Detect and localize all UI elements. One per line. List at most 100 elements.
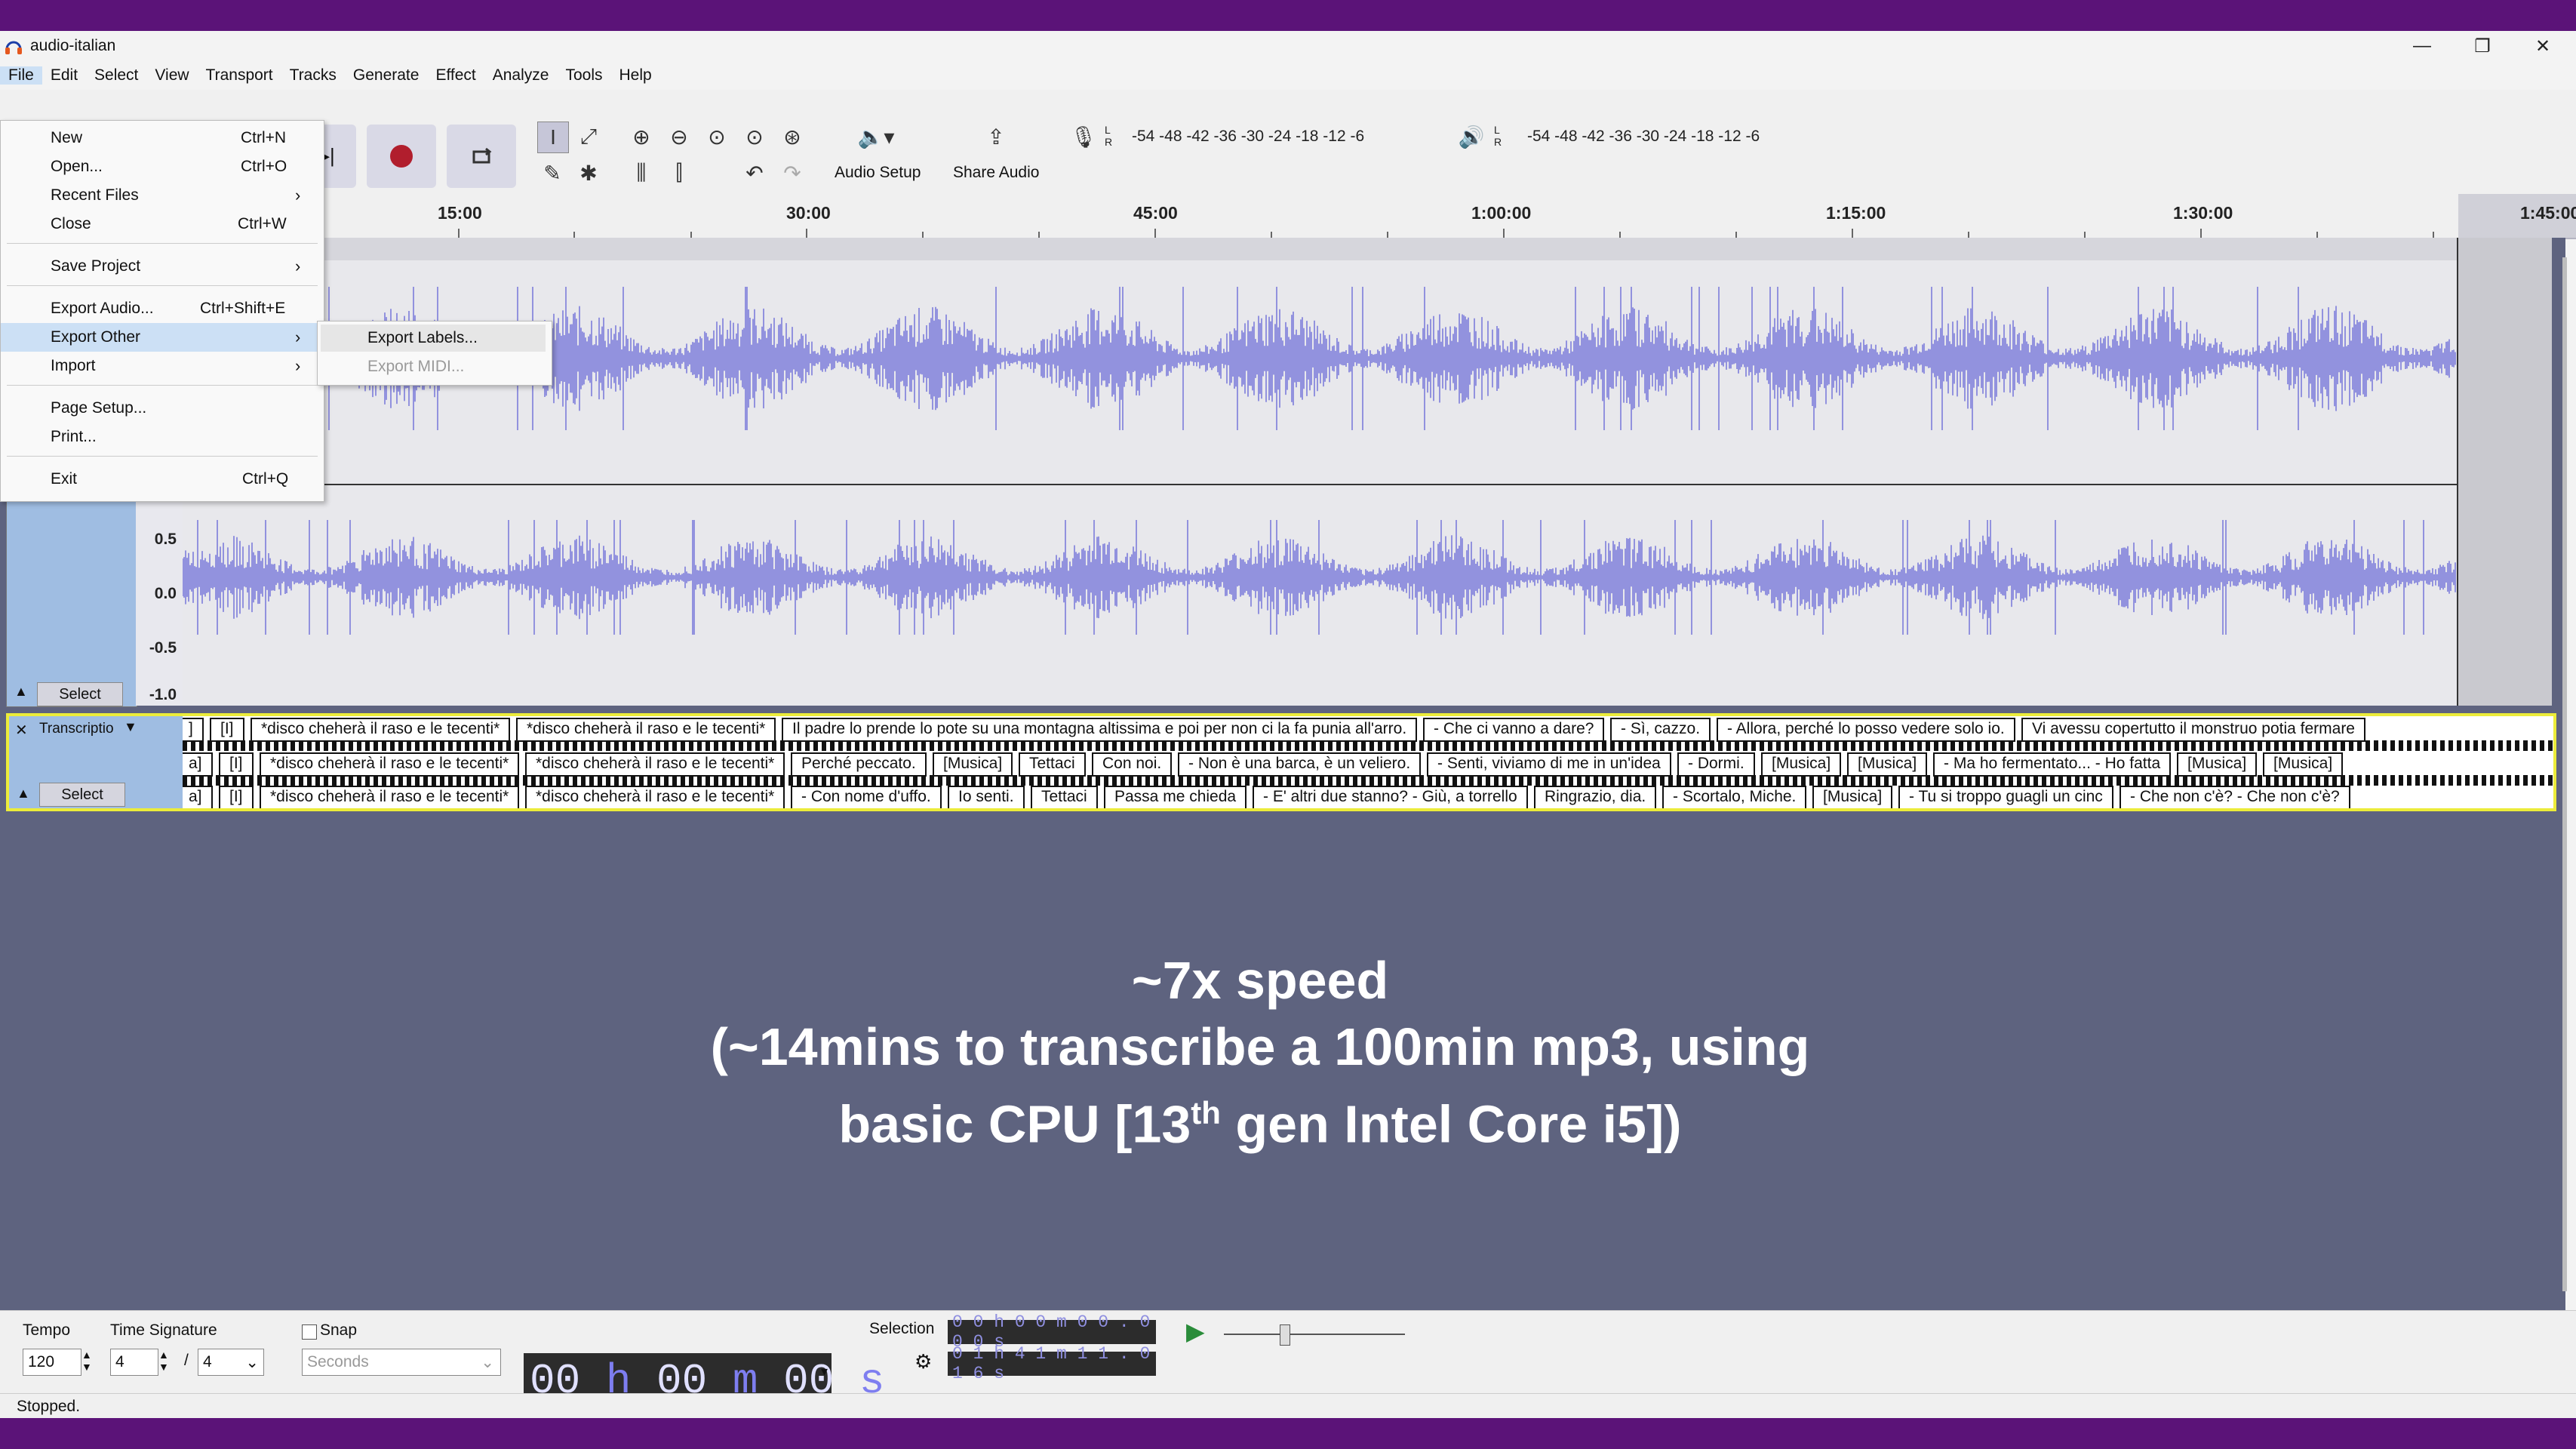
transcript-label[interactable]: [Musica] [1847, 752, 1928, 777]
envelope-tool-icon[interactable]: ⤢ [573, 122, 604, 152]
transcript-label[interactable]: Il padre lo prende lo pote su una montag… [782, 718, 1418, 742]
silence-audio-icon[interactable]: ⫿ [664, 158, 694, 188]
time-sig-numerator[interactable]: 4 [110, 1349, 158, 1376]
multi-tool-icon[interactable]: ✱ [573, 158, 604, 188]
transcript-label[interactable]: Con noi. [1092, 752, 1173, 777]
transcript-label[interactable]: *disco cheherà il raso e le tecenti* [260, 752, 520, 777]
selection-end-time[interactable]: 0 1 h 4 1 m 1 1 . 0 1 6 s [948, 1344, 1156, 1383]
transcript-label[interactable]: - Con nome d'uffo. [791, 786, 942, 808]
snap-checkbox[interactable] [302, 1324, 317, 1340]
transcript-label[interactable]: - Senti, viviamo di me in un'idea [1427, 752, 1671, 777]
transcript-label[interactable]: a] [183, 752, 213, 777]
record-meter-scale[interactable]: -54 -48 -42 -36 -30 -24 -18 -12 -6 [1132, 128, 1364, 146]
label-track-select-button[interactable]: Select [39, 783, 125, 807]
numerator-stepper-icon[interactable]: ▲ ▼ [158, 1349, 169, 1373]
redo-icon[interactable]: ↷ [777, 158, 807, 188]
selection-start-time[interactable]: 0 0 h 0 0 m 0 0 . 0 0 0 s [948, 1312, 1156, 1352]
transcript-label[interactable]: - E' altri due stanno? - Giù, a torrello [1253, 786, 1528, 808]
menu-item-open[interactable]: Open... Ctrl+O [1, 152, 324, 181]
audio-setup-speaker-icon[interactable]: 🔈▾ [850, 122, 902, 152]
menu-item-import[interactable]: Import › [1, 352, 324, 380]
zoom-out-icon[interactable]: ⊖ [664, 122, 694, 152]
transcript-label[interactable]: Io senti. [948, 786, 1025, 808]
time-format-dropdown-icon[interactable]: ▾ [821, 1364, 828, 1380]
transcript-label[interactable]: - Ma ho fermentato... - Ho fatta [1933, 752, 2172, 777]
playback-speed-slider[interactable] [1224, 1334, 1405, 1335]
snap-unit-select[interactable]: Seconds ⌄ [302, 1349, 501, 1376]
transcript-label[interactable]: *disco cheherà il raso e le tecenti* [260, 786, 520, 808]
close-track-icon[interactable]: ✕ [15, 721, 28, 740]
vertical-scrollbar[interactable] [2562, 257, 2567, 1291]
tempo-stepper-icon[interactable]: ▲ ▼ [81, 1349, 92, 1373]
play-at-speed-icon[interactable]: ▶ [1186, 1317, 1205, 1346]
time-sig-denominator[interactable]: 4 ⌄ [198, 1349, 264, 1376]
menu-item-new[interactable]: New Ctrl+N [1, 124, 324, 152]
transcript-label[interactable]: - Che non c'è? - Che non c'è? [2120, 786, 2350, 808]
transcript-label[interactable]: Ringrazio, dia. [1534, 786, 1657, 808]
menu-item-export-audio[interactable]: Export Audio... Ctrl+Shift+E [1, 294, 324, 323]
menu-transport[interactable]: Transport [198, 66, 281, 85]
microphone-icon[interactable]: 🎙 [1068, 122, 1099, 152]
transcript-label[interactable]: *disco cheherà il raso e le tecenti* [251, 718, 511, 742]
menu-item-exit[interactable]: Exit Ctrl+Q [1, 465, 324, 494]
transcript-label[interactable]: [Musica] [1812, 786, 1893, 808]
undo-icon[interactable]: ↶ [739, 158, 770, 188]
transcript-label[interactable]: [I] [219, 752, 254, 777]
menu-help[interactable]: Help [611, 66, 660, 85]
playback-meter-scale[interactable]: -54 -48 -42 -36 -30 -24 -18 -12 -6 [1527, 128, 1760, 146]
share-audio-icon[interactable]: ⇪ [981, 122, 1011, 152]
selection-settings-gear-icon[interactable]: ⚙ [915, 1350, 932, 1374]
speed-slider-thumb[interactable] [1280, 1324, 1290, 1346]
transcript-label[interactable]: - Scortalo, Miche. [1662, 786, 1807, 808]
selection-tool-icon[interactable]: I [537, 122, 569, 153]
label-track[interactable]: ✕ Transcriptio ▼ ▲ Select ] [I] *disco che… [6, 713, 2556, 811]
menu-item-recent-files[interactable]: Recent Files › [1, 181, 324, 210]
transcript-label[interactable]: ] [183, 718, 204, 742]
transcript-label[interactable]: [Musica] [2263, 752, 2344, 777]
transcript-label[interactable]: *disco cheherà il raso e le tecenti* [525, 786, 785, 808]
collapse-track-icon[interactable]: ▲ [14, 684, 31, 700]
zoom-toggle-icon[interactable]: ⊛ [777, 122, 807, 152]
tempo-input[interactable]: 120 [23, 1349, 81, 1376]
labels-area[interactable]: ] [I] *disco cheherà il raso e le tecenti*… [183, 716, 2553, 808]
audio-track-select-button[interactable]: Select [37, 682, 123, 706]
transcript-label[interactable]: - Sì, cazzo. [1610, 718, 1711, 742]
transcript-label[interactable]: *disco cheherà il raso e le tecenti* [516, 718, 776, 742]
menu-item-export-labels[interactable]: Export Labels... [321, 325, 546, 352]
track-menu-dropdown-icon[interactable]: ▼ [124, 719, 137, 735]
transcript-label[interactable]: Passa me chieda [1104, 786, 1247, 808]
menu-effect[interactable]: Effect [427, 66, 484, 85]
transcript-label[interactable]: - Non è una barca, è un veliero. [1178, 752, 1422, 777]
transcript-label[interactable]: Tettaci [1019, 752, 1086, 777]
loop-button[interactable] [447, 125, 516, 188]
minimize-button[interactable]: — [2392, 31, 2452, 61]
menu-item-save-project[interactable]: Save Project › [1, 252, 324, 281]
share-audio-button[interactable]: Share Audio [953, 164, 1039, 182]
transcript-label[interactable]: *disco cheherà il raso e le tecenti* [525, 752, 785, 777]
menu-item-close[interactable]: Close Ctrl+W [1, 210, 324, 238]
menu-file[interactable]: File [0, 66, 42, 85]
transcript-label[interactable]: Perché peccato. [791, 752, 927, 777]
trim-audio-icon[interactable]: ⫼ [626, 158, 656, 188]
menu-analyze[interactable]: Analyze [484, 66, 558, 85]
audio-setup-button[interactable]: Audio Setup [835, 164, 921, 182]
draw-tool-icon[interactable]: ✎ [537, 158, 567, 188]
menu-item-print[interactable]: Print... [1, 423, 324, 451]
menu-tools[interactable]: Tools [557, 66, 610, 85]
menu-item-export-other[interactable]: Export Other › [1, 323, 324, 352]
zoom-in-icon[interactable]: ⊕ [626, 122, 656, 152]
transcript-label[interactable]: a] [183, 786, 213, 808]
transcript-label[interactable]: [I] [219, 786, 254, 808]
transcript-label[interactable]: [Musica] [1761, 752, 1842, 777]
menu-select[interactable]: Select [86, 66, 146, 85]
transcript-label[interactable]: Vi avessu copertutto il monstruo potia f… [2021, 718, 2365, 742]
transcript-label[interactable]: Tettaci [1031, 786, 1098, 808]
menu-item-page-setup[interactable]: Page Setup... [1, 394, 324, 423]
menu-view[interactable]: View [146, 66, 197, 85]
transcript-label[interactable]: - Dormi. [1677, 752, 1755, 777]
menu-tracks[interactable]: Tracks [281, 66, 345, 85]
close-window-button[interactable]: ✕ [2513, 31, 2573, 61]
record-button[interactable] [367, 125, 436, 188]
fit-selection-icon[interactable]: ⊙ [702, 122, 732, 152]
label-track-control-panel[interactable]: ✕ Transcriptio ▼ ▲ Select [9, 716, 183, 808]
